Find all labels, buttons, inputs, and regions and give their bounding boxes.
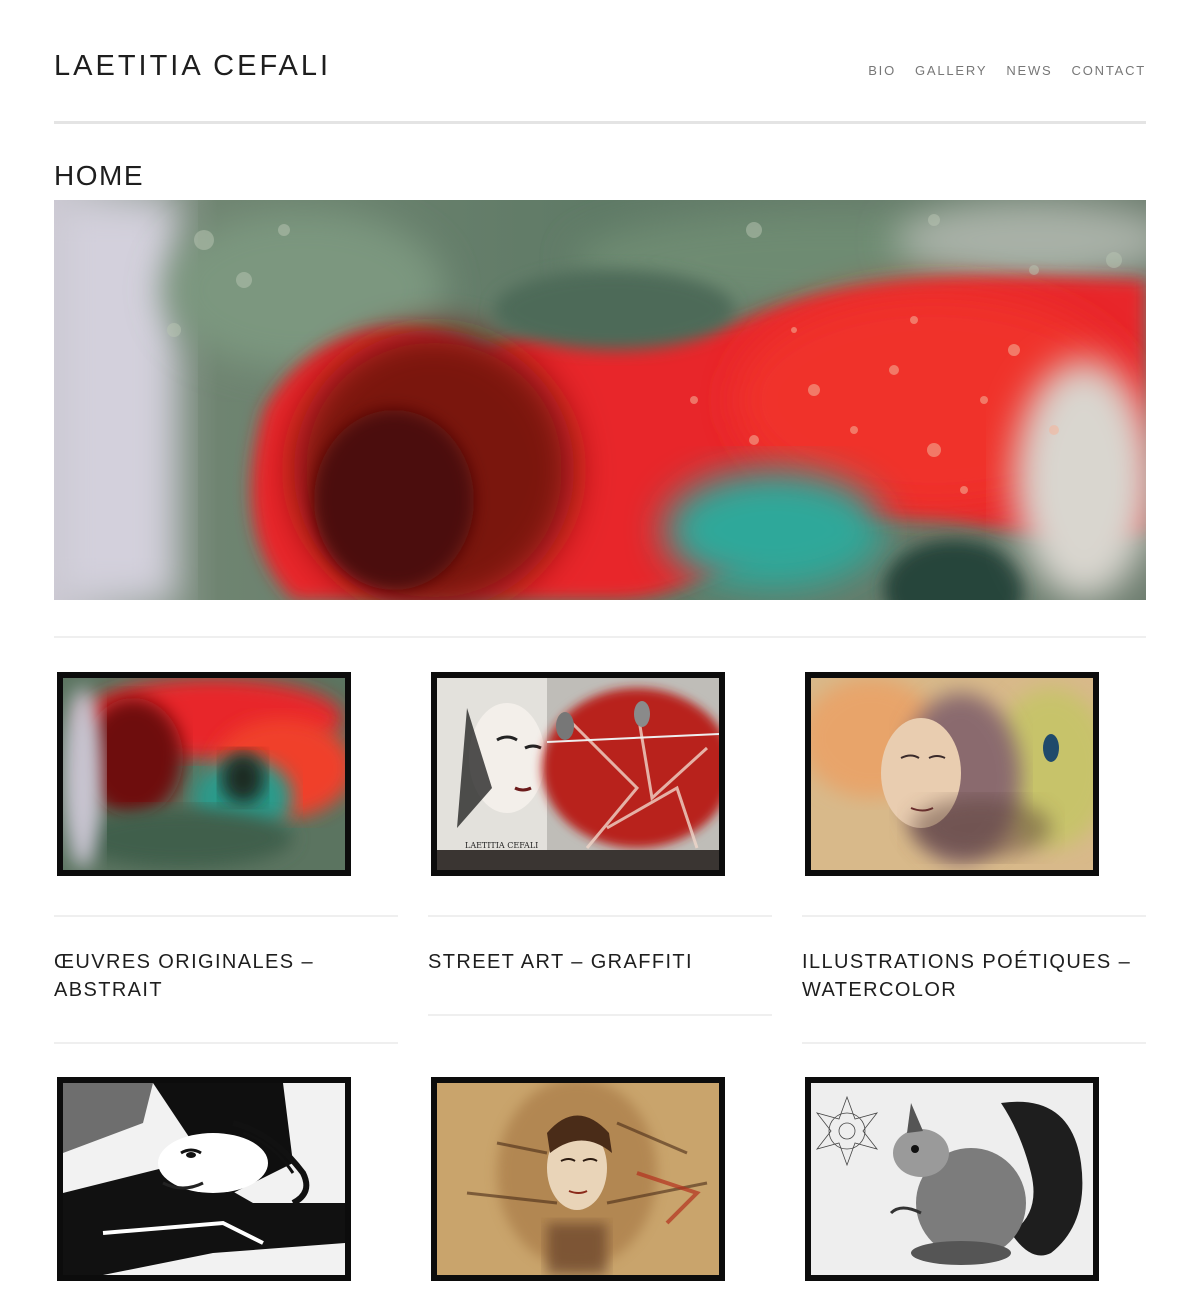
site-header: LAETITIA CEFALI BIO GALLERY NEWS CONTACT bbox=[54, 0, 1146, 124]
page-title: HOME bbox=[54, 160, 144, 191]
gallery-thumbnail-watercolor[interactable] bbox=[805, 672, 1099, 876]
nav-gallery[interactable]: GALLERY bbox=[915, 63, 987, 78]
gallery-title-street-art[interactable]: STREET ART – GRAFFITI bbox=[428, 948, 772, 976]
card-divider bbox=[54, 915, 398, 917]
gallery-title-watercolor[interactable]: ILLUSTRATIONS POÉTIQUES – WATERCOLOR bbox=[802, 948, 1146, 1004]
gallery-card-ink-portrait bbox=[54, 1077, 398, 1281]
card-divider bbox=[428, 915, 772, 917]
card-divider bbox=[802, 915, 1146, 917]
gallery-card-watercolor: ILLUSTRATIONS POÉTIQUES – WATERCOLOR bbox=[802, 672, 1146, 1044]
section-divider bbox=[54, 636, 1146, 638]
gallery-card-street-art: LAETITIA CEFALI STREET ART – GRAFFITI bbox=[428, 672, 772, 1016]
main-navigation: BIO GALLERY NEWS CONTACT bbox=[868, 63, 1146, 78]
site-logo[interactable]: LAETITIA CEFALI bbox=[54, 50, 331, 83]
nav-contact[interactable]: CONTACT bbox=[1072, 63, 1146, 78]
gallery-thumbnail-ink-portrait[interactable] bbox=[57, 1077, 351, 1281]
gallery-thumbnail-sepia-portrait[interactable] bbox=[431, 1077, 725, 1281]
gallery-card-squirrel-drawing bbox=[802, 1077, 1146, 1281]
gallery-row-2 bbox=[54, 1077, 1146, 1281]
hero-artwork-image bbox=[54, 200, 1146, 600]
gallery-card-abstract: ŒUVRES ORIGINALES – ABSTRAIT bbox=[54, 672, 398, 1044]
gallery-card-sepia-portrait bbox=[428, 1077, 772, 1281]
gallery-title-abstract[interactable]: ŒUVRES ORIGINALES – ABSTRAIT bbox=[54, 948, 398, 1004]
graffiti-signature: LAETITIA CEFALI bbox=[465, 841, 538, 850]
card-divider bbox=[802, 1042, 1146, 1044]
card-divider bbox=[54, 1042, 398, 1044]
gallery-thumbnail-squirrel-drawing[interactable] bbox=[805, 1077, 1099, 1281]
gallery-thumbnail-abstract[interactable] bbox=[57, 672, 351, 876]
nav-bio[interactable]: BIO bbox=[868, 63, 896, 78]
nav-news[interactable]: NEWS bbox=[1006, 63, 1052, 78]
gallery-row-1: ŒUVRES ORIGINALES – ABSTRAIT LAETITIA CE… bbox=[54, 672, 1146, 1044]
gallery-thumbnail-street-art[interactable]: LAETITIA CEFALI bbox=[431, 672, 725, 876]
card-divider bbox=[428, 1014, 772, 1016]
site-container: LAETITIA CEFALI BIO GALLERY NEWS CONTACT… bbox=[54, 0, 1146, 1281]
